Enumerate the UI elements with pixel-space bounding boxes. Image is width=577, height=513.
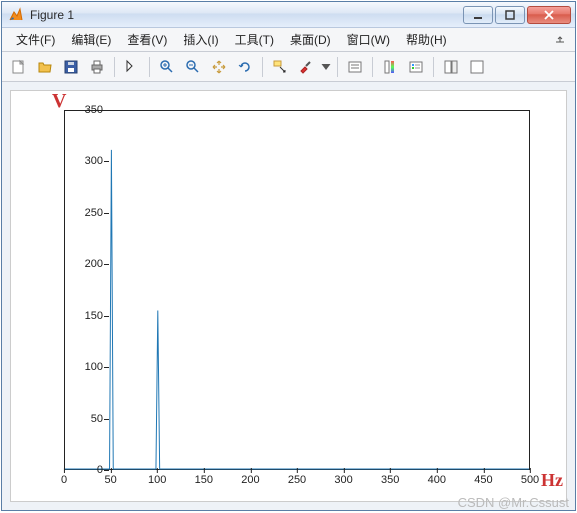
pan-button[interactable] [207, 55, 231, 79]
y-tick-label: 100 [73, 361, 103, 373]
figure-window: Figure 1 文件(F) 编辑(E) 查看(V) 插入(I) 工具(T) 桌… [1, 1, 576, 511]
x-tick-label: 300 [334, 474, 352, 486]
brush-button[interactable] [294, 55, 318, 79]
y-tick-label: 50 [73, 413, 103, 425]
close-button[interactable] [527, 6, 571, 24]
menu-help[interactable]: 帮助(H) [398, 28, 455, 51]
save-button[interactable] [59, 55, 83, 79]
show-tools-button[interactable] [465, 55, 489, 79]
edit-plot-button[interactable] [120, 55, 144, 79]
legend-button[interactable] [404, 55, 428, 79]
axes [64, 110, 530, 470]
menu-insert[interactable]: 插入(I) [175, 28, 226, 51]
rotate-button[interactable] [233, 55, 257, 79]
toolbar [2, 52, 575, 82]
y-tick-label: 350 [73, 104, 103, 116]
x-tick-label: 450 [474, 474, 492, 486]
x-tick-label: 250 [288, 474, 306, 486]
data-cursor-button[interactable] [268, 55, 292, 79]
hide-tools-button[interactable] [439, 55, 463, 79]
new-figure-button[interactable] [7, 55, 31, 79]
toolbar-dropdown-icon[interactable] [553, 33, 567, 47]
open-button[interactable] [33, 55, 57, 79]
y-tick-label: 300 [73, 155, 103, 167]
menu-edit[interactable]: 编辑(E) [63, 28, 119, 51]
minimize-button[interactable] [463, 6, 493, 24]
x-tick-label: 200 [241, 474, 259, 486]
x-tick-label: 150 [195, 474, 213, 486]
y-tick-label: 0 [73, 464, 103, 476]
y-tick-label: 150 [73, 310, 103, 322]
menu-window[interactable]: 窗口(W) [339, 28, 398, 51]
x-tick-label: 50 [104, 474, 116, 486]
x-tick-label: 500 [521, 474, 539, 486]
menu-file[interactable]: 文件(F) [8, 28, 63, 51]
x-tick-label: 100 [148, 474, 166, 486]
y-tick-label: 250 [73, 207, 103, 219]
menubar: 文件(F) 编辑(E) 查看(V) 插入(I) 工具(T) 桌面(D) 窗口(W… [2, 28, 575, 52]
x-tick-label: 350 [381, 474, 399, 486]
maximize-button[interactable] [495, 6, 525, 24]
plot-line [65, 111, 529, 469]
matlab-icon [8, 7, 24, 23]
x-tick-label: 0 [61, 474, 67, 486]
menu-desktop[interactable]: 桌面(D) [282, 28, 339, 51]
window-title: Figure 1 [30, 8, 463, 22]
y-tick-label: 200 [73, 258, 103, 270]
titlebar[interactable]: Figure 1 [2, 2, 575, 28]
link-button[interactable] [343, 55, 367, 79]
brush-dropdown-icon[interactable] [320, 55, 332, 79]
x-axis-label: Hz [541, 470, 563, 491]
zoom-in-button[interactable] [155, 55, 179, 79]
zoom-out-button[interactable] [181, 55, 205, 79]
plot-area[interactable]: V Hz 05010015020025030035005010015020025… [2, 82, 575, 510]
colorbar-button[interactable] [378, 55, 402, 79]
menu-tools[interactable]: 工具(T) [227, 28, 282, 51]
print-button[interactable] [85, 55, 109, 79]
menu-view[interactable]: 查看(V) [119, 28, 175, 51]
x-tick-label: 400 [428, 474, 446, 486]
